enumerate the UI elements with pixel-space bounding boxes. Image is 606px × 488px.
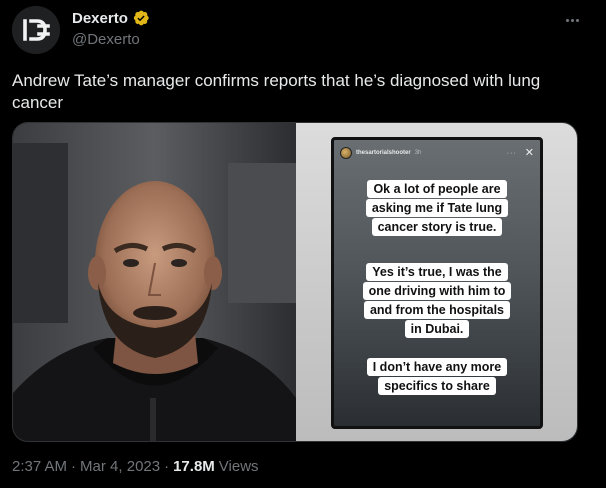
story-message-line: asking me if Tate lung <box>365 199 509 217</box>
story-message-line: I don’t have any more <box>366 358 508 376</box>
story-screenshot-panel[interactable]: thesartorialshooter 3h ··· ✕ Ok a lot of… <box>296 123 577 441</box>
dexerto-logo-icon <box>12 6 60 54</box>
author-avatar[interactable] <box>12 6 60 54</box>
story-close-icon: ✕ <box>524 146 534 159</box>
story-message-line: one driving with him to <box>362 282 512 300</box>
media-grid[interactable]: thesartorialshooter 3h ··· ✕ Ok a lot of… <box>12 122 578 442</box>
author-handle[interactable]: @Dexerto <box>72 31 140 48</box>
views-label: Views <box>218 458 259 475</box>
story-message-line: cancer story is true. <box>371 218 503 236</box>
story-username: thesartorialshooter <box>356 150 411 156</box>
author-name-row: Dexerto <box>72 9 150 27</box>
more-options-icon[interactable] <box>558 6 586 34</box>
story-time: 3h <box>414 150 422 156</box>
tweet-text: Andrew Tate’s manager confirms reports t… <box>12 71 541 112</box>
tweet-time[interactable]: 2:37 AM <box>12 458 67 475</box>
story-user-avatar <box>340 147 352 159</box>
portrait-photo[interactable] <box>13 123 296 441</box>
story-header: thesartorialshooter 3h ··· ✕ <box>340 145 534 161</box>
verified-badge-icon <box>133 10 149 26</box>
story-more-icon: ··· <box>506 149 517 157</box>
story-message-2: Yes it’s true, I was the one driving wit… <box>334 263 540 339</box>
meta-separator: · <box>164 458 170 475</box>
story-message-line: and from the hospitals <box>363 301 511 319</box>
instagram-story: thesartorialshooter 3h ··· ✕ Ok a lot of… <box>331 137 543 429</box>
meta-separator: · <box>71 458 77 475</box>
tweet-date[interactable]: Mar 4, 2023 <box>80 458 160 475</box>
story-message-line: in Dubai. <box>404 320 470 338</box>
story-message-1: Ok a lot of people are asking me if Tate… <box>334 180 540 237</box>
story-message-line: Ok a lot of people are <box>367 180 507 198</box>
portrait-image <box>13 123 296 441</box>
story-message-line: Yes it’s true, I was the <box>366 263 508 281</box>
author-display-name[interactable]: Dexerto <box>72 10 128 27</box>
tweet: Dexerto @Dexerto Andrew Tate’s manager c… <box>0 0 606 488</box>
tweet-meta: 2:37 AM · Mar 4, 2023 · 17.8M Views <box>12 458 259 475</box>
story-message-line: specifics to share <box>378 377 496 395</box>
story-message-3: I don’t have any more specifics to share <box>334 358 540 396</box>
views-count[interactable]: 17.8M <box>173 458 215 475</box>
